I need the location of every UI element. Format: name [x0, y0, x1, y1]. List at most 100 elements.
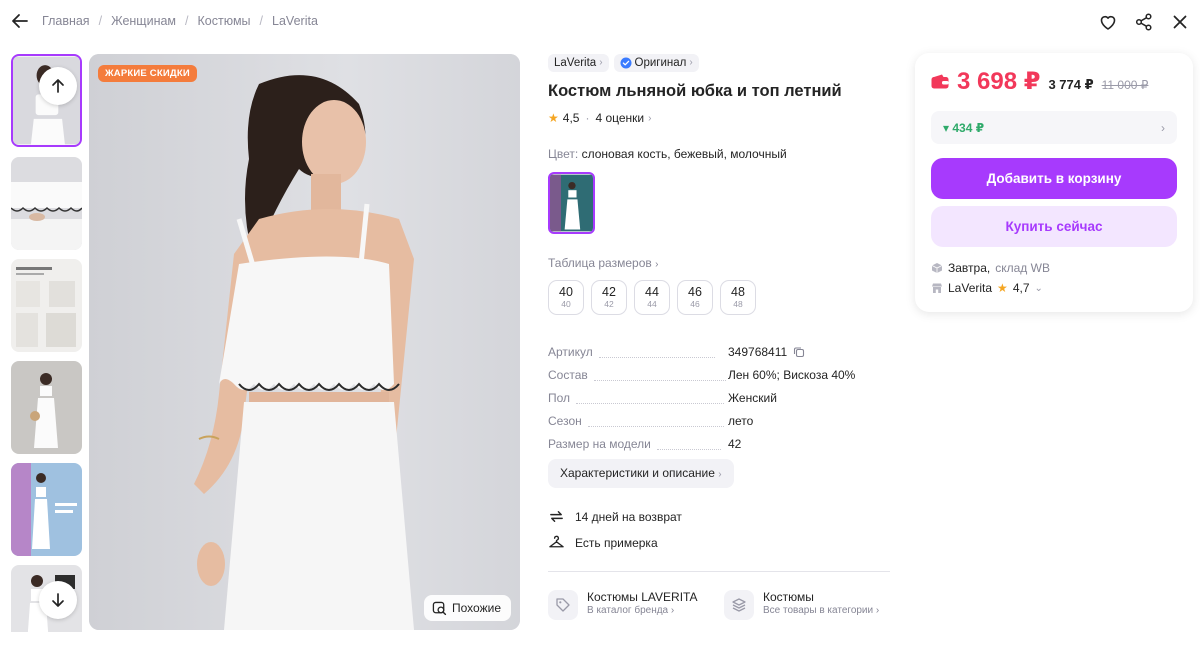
brand-catalog-subtitle: В каталог бренда ›: [587, 605, 675, 616]
hanger-icon: [549, 535, 564, 548]
similar-button[interactable]: Похожие: [424, 595, 511, 621]
size-main: 46: [688, 285, 702, 299]
return-info: 14 дней на возврат: [548, 508, 682, 525]
spec-key: Сезон: [548, 414, 582, 428]
chevron-right-icon: ›: [718, 469, 722, 480]
seller-rating: 4,7: [1012, 281, 1030, 295]
category-link[interactable]: Костюмы Все товары в категории ›: [724, 590, 879, 620]
share-icon[interactable]: [1134, 12, 1154, 32]
brand-catalog-title: Костюмы LAVERITA: [587, 590, 698, 604]
thumbnail-2[interactable]: [11, 157, 82, 250]
main-product-image[interactable]: ЖАРКИЕ СКИДКИ Похожие: [89, 54, 520, 630]
thumbnails-down-button[interactable]: [39, 581, 77, 619]
color-value: слоновая кость, бежевый, молочный: [581, 147, 787, 161]
rating-row[interactable]: ★ 4,5 · 4 оценки ›: [548, 111, 651, 125]
size-option[interactable]: 44 44: [634, 280, 670, 315]
chevron-right-icon: ›: [1161, 120, 1165, 135]
description-label: Характеристики и описание: [560, 466, 715, 480]
breadcrumb: Главная / Женщинам / Костюмы / LaVerita: [42, 14, 318, 28]
shop-icon: [932, 283, 942, 293]
size-option[interactable]: 48 48: [720, 280, 756, 315]
description-button[interactable]: Характеристики и описание ›: [548, 459, 734, 488]
size-option[interactable]: 42 42: [591, 280, 627, 315]
brand-chip[interactable]: LaVerita ›: [548, 54, 609, 72]
price-card: 3 698 ₽ 3 774 ₽ 11 000 ₽ ▾ 434 ₽ › Добав…: [915, 53, 1193, 312]
color-line: Цвет: слоновая кость, бежевый, молочный: [548, 147, 787, 161]
promo-badge: ЖАРКИЕ СКИДКИ: [98, 65, 197, 82]
original-chip[interactable]: Оригинал ›: [613, 54, 699, 72]
chevron-right-icon: ›: [599, 57, 603, 68]
breadcrumb-link-home[interactable]: Главная: [42, 14, 90, 28]
spec-row: Размер на модели 42: [548, 431, 890, 454]
size-main: 40: [559, 285, 573, 299]
rating-value: 4,5: [562, 111, 580, 125]
verified-badge-icon: [620, 57, 632, 69]
thumbnail-image: [11, 157, 82, 250]
size-table-link[interactable]: Таблица размеров ›: [548, 256, 658, 270]
breadcrumb-link-women[interactable]: Женщинам: [111, 14, 176, 28]
breadcrumb-link-suits[interactable]: Костюмы: [198, 14, 251, 28]
spec-row: Пол Женский: [548, 385, 890, 408]
price-current: 3 698 ₽: [957, 68, 1041, 95]
brand-catalog-link[interactable]: Костюмы LAVERITA В каталог бренда ›: [548, 590, 697, 620]
spec-row: Состав Лен 60%; Вискоза 40%: [548, 362, 890, 385]
reviews-count: 4 оценки: [595, 111, 645, 125]
spec-key: Артикул: [548, 345, 593, 359]
seller-row[interactable]: LaVerita ★ 4,7 ⌄: [931, 281, 1043, 295]
star-icon: ★: [548, 111, 559, 125]
fitting-text: Есть примерка: [575, 535, 658, 550]
size-option[interactable]: 46 46: [677, 280, 713, 315]
spec-value: Лен 60%; Вискоза 40%: [728, 368, 856, 382]
similar-label: Похожие: [452, 601, 501, 615]
arrow-up-icon: [52, 79, 64, 93]
price-old: 11 000 ₽: [1101, 78, 1149, 92]
delivery-day: Завтра,: [948, 261, 991, 275]
thumbnail-strip: [11, 54, 83, 632]
size-sub: 46: [690, 299, 700, 309]
chevron-right-icon: ›: [648, 112, 652, 124]
thumbnails-up-button[interactable]: [39, 67, 77, 105]
swatch-image: [550, 174, 593, 232]
close-icon[interactable]: [1170, 12, 1190, 32]
thumbnail-3[interactable]: [11, 259, 82, 352]
spec-row: Артикул 349768411: [548, 339, 890, 362]
add-to-cart-button[interactable]: Добавить в корзину: [931, 158, 1177, 199]
return-icon: [550, 511, 563, 522]
chevron-right-icon: ›: [689, 57, 693, 68]
return-text: 14 дней на возврат: [575, 509, 682, 524]
spec-leader: [593, 380, 726, 381]
original-label: Оригинал: [634, 57, 687, 69]
breadcrumb-link-brand[interactable]: LaVerita: [272, 14, 318, 28]
size-option[interactable]: 40 40: [548, 280, 584, 315]
spec-value: 349768411: [728, 345, 805, 359]
product-photo: [89, 54, 520, 630]
copy-icon[interactable]: [793, 346, 805, 358]
color-label: Цвет:: [548, 147, 579, 161]
spec-leader: [656, 449, 721, 450]
top-bar: Главная / Женщинам / Костюмы / LaVerita: [0, 0, 1200, 44]
layers-icon: [732, 598, 746, 612]
tag-icon-tile: [548, 590, 578, 620]
color-swatch[interactable]: [548, 172, 595, 234]
spec-value: 42: [728, 437, 742, 451]
heart-icon[interactable]: [1098, 12, 1118, 32]
spec-value: лето: [728, 414, 754, 428]
thumbnail-5[interactable]: [11, 463, 82, 556]
star-icon: ★: [997, 281, 1008, 295]
price-without-wallet: 3 774 ₽: [1048, 77, 1094, 92]
product-title: Костюм льняной юбка и топ летний: [548, 82, 842, 100]
size-selector: 40 40 42 42 44 44 46 46 48 48: [548, 280, 756, 315]
size-sub: 48: [733, 299, 743, 309]
cashback-amount: ▾ 434 ₽: [943, 120, 985, 135]
spec-row: Сезон лето: [548, 408, 890, 431]
size-main: 44: [645, 285, 659, 299]
back-arrow-icon[interactable]: [10, 11, 30, 31]
product-info: LaVerita › Оригинал › Костюм льняной юбк…: [548, 54, 890, 620]
thumbnail-4[interactable]: [11, 361, 82, 454]
category-subtitle: Все товары в категории ›: [763, 605, 880, 616]
arrow-down-icon: [52, 593, 64, 607]
breadcrumb-separator: /: [259, 14, 264, 28]
delivery-warehouse: склад WB: [995, 261, 1050, 275]
buy-now-button[interactable]: Купить сейчас: [931, 206, 1177, 247]
cashback-row[interactable]: ▾ 434 ₽ ›: [931, 111, 1177, 144]
